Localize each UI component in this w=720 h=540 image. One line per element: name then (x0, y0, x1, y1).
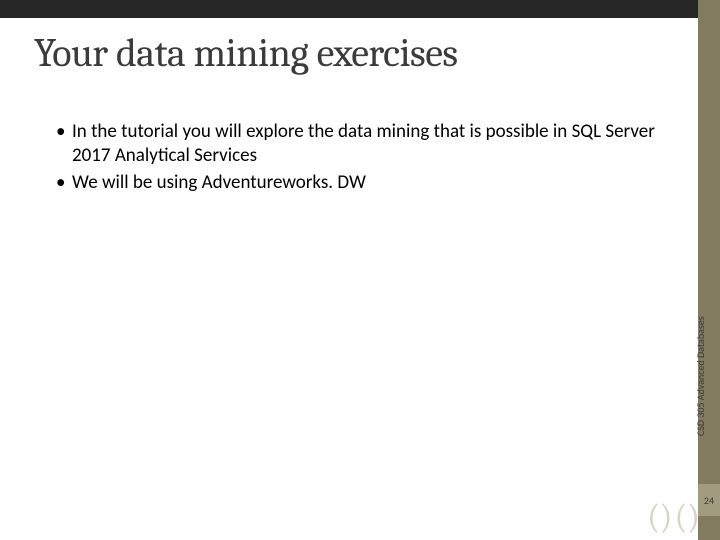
bullet-list: In the tutorial you will explore the dat… (56, 120, 660, 197)
list-item: In the tutorial you will explore the dat… (56, 120, 660, 169)
bracket-right-icon: ( ) (675, 500, 696, 534)
page-number: 24 (698, 484, 720, 516)
top-band (0, 0, 720, 18)
decor-brackets: ( ) ( ) (647, 500, 696, 534)
bracket-left-icon: ( ) (647, 500, 668, 534)
slide-title: Your data mining exercises (34, 30, 458, 76)
list-item: We will be using Adventureworks. DW (56, 171, 660, 195)
slide: Your data mining exercises In the tutori… (0, 0, 720, 540)
side-caption: CSD 305 Advanced Databases (694, 218, 707, 436)
